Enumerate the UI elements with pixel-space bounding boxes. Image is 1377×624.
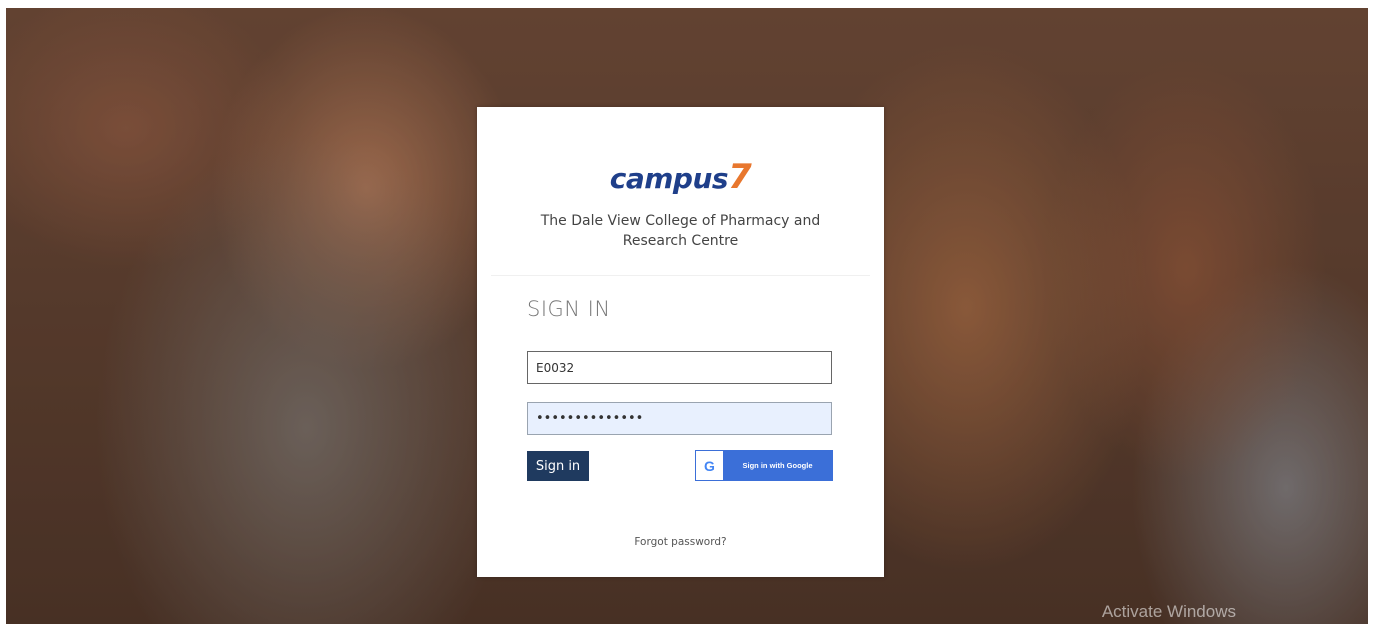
activate-windows-watermark: Activate Windows (1101, 602, 1236, 621)
password-input[interactable] (527, 402, 832, 435)
login-card: campus7 The Dale View College of Pharmac… (477, 107, 884, 577)
google-signin-button[interactable]: G Sign in with Google (695, 450, 833, 481)
campus7-logo: campus7 (477, 157, 884, 197)
signin-heading: SIGN IN (527, 297, 611, 321)
google-g-icon: G (696, 451, 723, 480)
google-signin-label: Sign in with Google (742, 461, 813, 470)
google-g-glyph: G (704, 457, 715, 474)
signin-button[interactable]: Sign in (527, 451, 589, 481)
username-input[interactable] (527, 351, 832, 384)
college-name: The Dale View College of Pharmacy and Re… (540, 213, 821, 249)
divider (491, 275, 870, 276)
logo-number: 7 (728, 157, 752, 197)
logo-text: campus (609, 162, 729, 195)
forgot-password-link[interactable]: Forgot password? (477, 536, 884, 548)
